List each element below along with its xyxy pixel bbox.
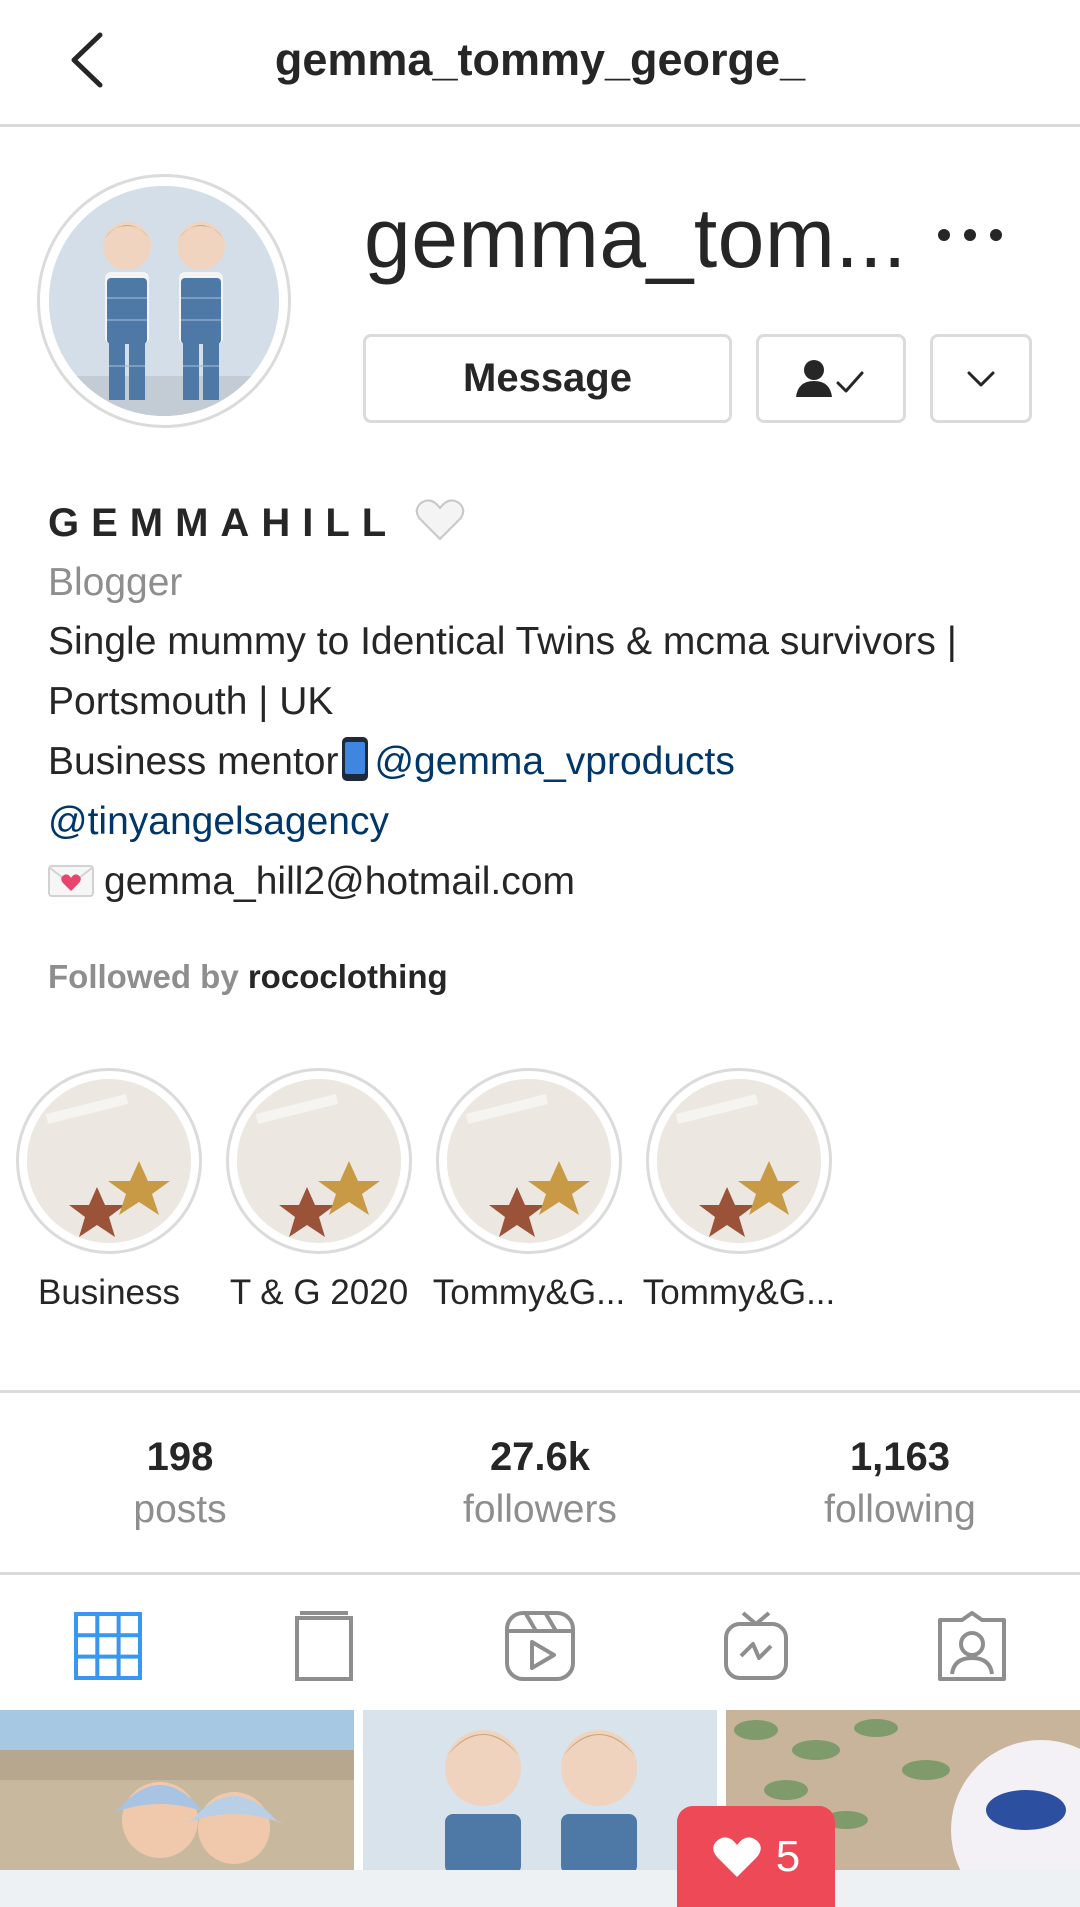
white-heart-icon	[415, 499, 464, 541]
followers-label: followers	[463, 1488, 617, 1531]
post-thumbnail[interactable]	[363, 1710, 717, 1870]
mobile-phone-icon	[342, 737, 369, 781]
stat-posts[interactable]: 198 posts	[0, 1431, 360, 1537]
mention-tinyangelsagency[interactable]: @tinyangelsagency	[48, 800, 389, 843]
highlight-label: Business	[37, 1273, 181, 1312]
profile-username: gemma_tom...	[364, 191, 907, 285]
header-username: gemma_tommy_george_	[274, 34, 806, 85]
starfish-sand-image	[237, 1079, 401, 1243]
avatar-photo	[49, 186, 279, 416]
followed-by-label: Followed by	[48, 958, 239, 995]
likes-count: 5	[775, 1831, 801, 1881]
suggested-dropdown-button[interactable]	[930, 334, 1032, 423]
tab-guides[interactable]	[284, 1606, 364, 1686]
tab-reels[interactable]	[500, 1606, 580, 1686]
bio-name-text: GEMMAHILL	[48, 501, 398, 545]
following-button[interactable]	[756, 334, 906, 423]
top-bar: gemma_tommy_george_	[0, 0, 1080, 127]
highlight-label: Tommy&G...	[432, 1273, 626, 1312]
starfish-sand-image	[27, 1079, 191, 1243]
bio-line-1: Single mummy to Identical Twins & mcma s…	[48, 620, 957, 663]
highlight-cover-ring	[646, 1068, 832, 1254]
starfish-sand-image	[447, 1079, 611, 1243]
highlight-label: T & G 2020	[229, 1273, 409, 1312]
following-count: 1,163	[849, 1435, 951, 1479]
reels-icon	[505, 1611, 575, 1681]
chevron-down-icon	[967, 371, 995, 386]
likes-notification[interactable]: 5	[677, 1806, 835, 1907]
heart-icon	[712, 1836, 761, 1877]
stat-followers[interactable]: 27.6k followers	[360, 1431, 720, 1537]
posts-count: 198	[146, 1435, 214, 1479]
beach-twins-photo	[0, 1710, 354, 1870]
bio-line-2: Portsmouth | UK	[48, 680, 334, 723]
guide-icon	[295, 1611, 353, 1681]
profile-tabs	[0, 1578, 1080, 1708]
profile-avatar[interactable]	[37, 174, 291, 428]
tab-tagged[interactable]	[932, 1606, 1012, 1686]
love-letter-icon	[48, 865, 94, 897]
post-thumbnail[interactable]	[0, 1710, 354, 1870]
highlight-label: Tommy&G...	[642, 1273, 836, 1312]
followers-count: 27.6k	[489, 1435, 591, 1479]
followed-by[interactable]: Followed by rococlothing	[48, 958, 448, 996]
starfish-sand-image	[657, 1079, 821, 1243]
bottom-strip	[0, 1870, 1080, 1907]
tab-grid[interactable]	[68, 1606, 148, 1686]
highlight-cover-ring	[16, 1068, 202, 1254]
followed-by-user[interactable]: rococlothing	[248, 958, 448, 995]
more-dots-icon	[938, 229, 1002, 241]
profile-stats: 198 posts 27.6k followers 1,163 followin…	[0, 1390, 1080, 1575]
bio-full-name: GEMMAHILL	[48, 492, 1058, 554]
bio-category: Blogger	[48, 561, 183, 604]
bio-line-4: @tinyangelsagency	[48, 792, 1058, 852]
tagged-icon	[938, 1611, 1006, 1681]
person-check-icon	[796, 359, 864, 397]
grid-icon	[74, 1612, 142, 1680]
stat-following[interactable]: 1,163 following	[720, 1431, 1080, 1537]
highlight-cover-ring	[436, 1068, 622, 1254]
bio-line-3: Business mentor @gemma_vproducts	[48, 732, 1058, 792]
bio-line-3-text: Business mentor	[48, 740, 339, 783]
tab-igtv[interactable]	[716, 1606, 796, 1686]
mention-gemma-vproducts[interactable]: @gemma_vproducts	[374, 740, 734, 783]
highlight-cover-ring	[226, 1068, 412, 1254]
more-options-button[interactable]	[930, 200, 1010, 270]
bio-line-5: gemma_hill2@hotmail.com	[48, 852, 1058, 912]
igtv-icon	[724, 1611, 788, 1680]
bio-section: GEMMAHILL Blogger Single mummy to Identi…	[48, 492, 1058, 912]
following-label: following	[824, 1488, 976, 1531]
twins-waistcoats-photo	[363, 1710, 717, 1870]
posts-label: posts	[133, 1488, 227, 1531]
message-button[interactable]: Message	[363, 334, 732, 423]
bio-email[interactable]: gemma_hill2@hotmail.com	[104, 860, 575, 903]
